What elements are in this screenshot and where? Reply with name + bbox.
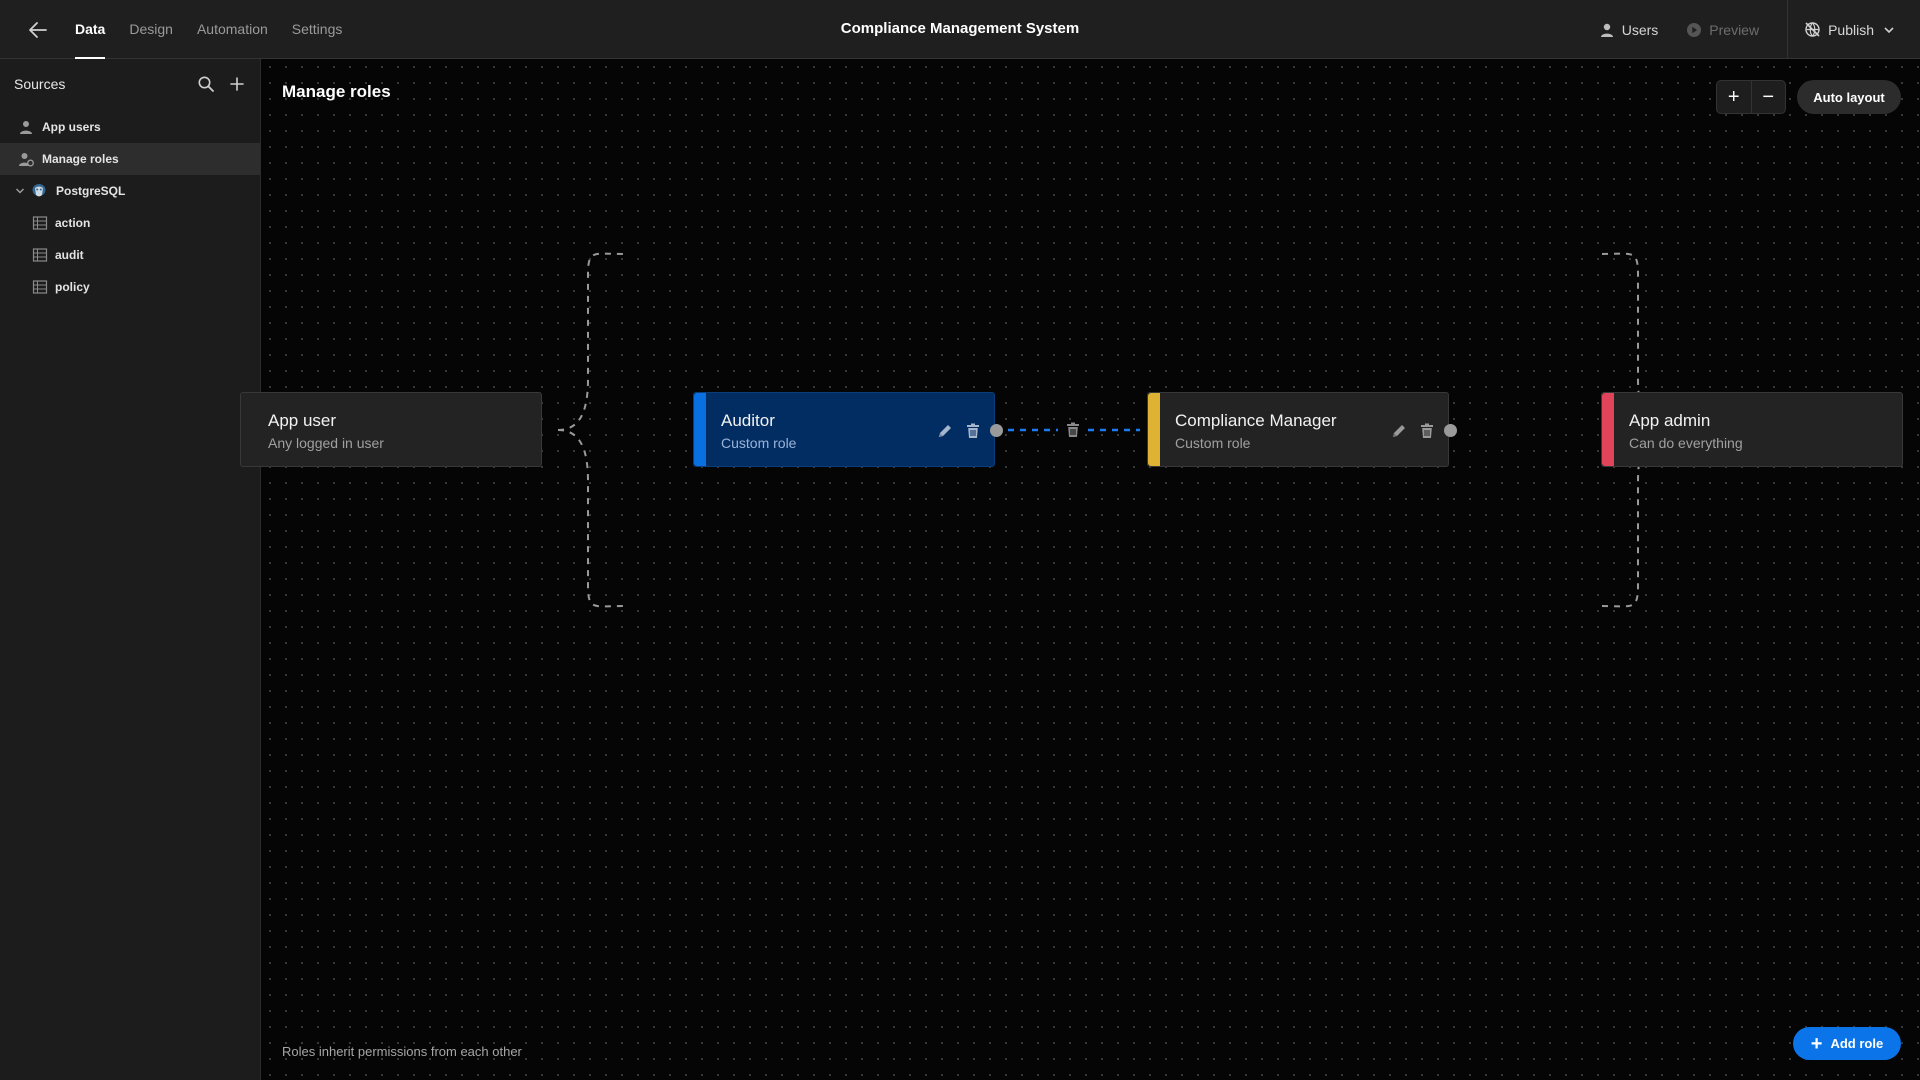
chevron-down-icon[interactable]	[14, 185, 26, 197]
sidebar-item-label: policy	[55, 280, 90, 294]
table-icon	[32, 215, 48, 231]
sidebar-item-label: action	[55, 216, 91, 230]
role-name: App user	[268, 411, 337, 430]
sidebar-item-action[interactable]: action	[0, 207, 260, 239]
publish-label: Publish	[1828, 21, 1874, 38]
role-description: Custom role	[721, 435, 797, 451]
role-description: Any logged in user	[268, 435, 384, 451]
publish-section: Publish	[1787, 0, 1920, 59]
roles-icon	[18, 151, 34, 167]
role-connections	[557, 252, 1669, 608]
plus-icon: +	[1810, 1032, 1823, 1055]
sidebar-item-policy[interactable]: policy	[0, 271, 260, 303]
sources-title: Sources	[14, 76, 66, 92]
sidebar-item-label: Manage roles	[42, 152, 119, 166]
sources-sidebar: Sources App users Manage roles PostgreSQ…	[0, 59, 261, 1080]
role-node-compliance-manager[interactable]: Compliance Manager Custom role	[1147, 392, 1449, 467]
inheritance-edge	[557, 429, 625, 608]
publish-button[interactable]: Publish	[1804, 21, 1874, 38]
role-color-stripe	[1148, 393, 1160, 466]
users-button[interactable]: Users	[1599, 21, 1659, 38]
users-label: Users	[1621, 21, 1659, 38]
add-source-icon[interactable]	[227, 74, 247, 94]
role-name: Auditor	[721, 411, 775, 430]
user-icon	[1600, 23, 1613, 37]
edit-pencil-icon[interactable]	[1388, 420, 1410, 442]
role-node-app-admin[interactable]: App admin Can do everything	[1601, 392, 1903, 467]
role-node-app-user[interactable]: App user Any logged in user	[240, 392, 542, 467]
add-role-button[interactable]: + Add role	[1793, 1027, 1901, 1060]
role-description: Can do everything	[1629, 435, 1743, 451]
back-arrow-icon[interactable]	[24, 17, 52, 43]
sidebar-item-audit[interactable]: audit	[0, 239, 260, 271]
top-actions: Users Preview Publish	[1599, 0, 1920, 59]
inheritance-edge	[557, 252, 625, 431]
chevron-down-icon[interactable]	[1882, 23, 1896, 37]
role-node-auditor[interactable]: Auditor Custom role	[693, 392, 995, 467]
role-actions	[1382, 420, 1438, 442]
role-name: Compliance Manager	[1175, 411, 1337, 430]
roles-canvas[interactable]: Manage roles + − Auto layout App user An…	[240, 59, 1920, 1080]
sidebar-item-label: App users	[42, 120, 101, 134]
role-color-stripe	[1602, 393, 1614, 466]
sidebar-item-app-users[interactable]: App users	[0, 111, 260, 143]
tab-data[interactable]: Data	[75, 0, 106, 59]
sidebar-item-postgresql[interactable]: PostgreSQL	[0, 175, 260, 207]
user-icon	[18, 119, 34, 135]
tab-design[interactable]: Design	[129, 0, 173, 59]
sidebar-item-label: audit	[55, 248, 84, 262]
search-icon[interactable]	[196, 74, 216, 94]
table-icon	[32, 247, 48, 263]
connection-handle[interactable]	[1444, 424, 1457, 437]
role-actions	[928, 420, 984, 442]
preview-label: Preview	[1709, 21, 1760, 38]
app-title: Compliance Management System	[840, 20, 1080, 37]
preview-button[interactable]: Preview	[1686, 22, 1759, 38]
sidebar-item-label: PostgreSQL	[56, 184, 126, 198]
edit-pencil-icon[interactable]	[934, 420, 956, 442]
table-icon	[32, 279, 48, 295]
delete-trash-icon[interactable]	[962, 420, 984, 442]
delete-trash-icon[interactable]	[1416, 420, 1438, 442]
tab-automation[interactable]: Automation	[197, 0, 268, 59]
postgresql-icon	[30, 182, 48, 200]
play-circle-icon	[1687, 22, 1702, 37]
top-bar: Data Design Automation Settings Complian…	[0, 0, 1920, 59]
roles-footnote: Roles inherit permissions from each othe…	[282, 1044, 522, 1059]
sidebar-item-manage-roles[interactable]: Manage roles	[0, 143, 260, 175]
role-description: Custom role	[1175, 435, 1251, 451]
globe-off-icon	[1805, 22, 1820, 37]
role-name: App admin	[1629, 411, 1711, 430]
delete-edge-trash-icon[interactable]	[1062, 419, 1084, 441]
role-color-stripe	[694, 393, 706, 466]
add-role-label: Add role	[1830, 1036, 1884, 1051]
nav-tabs: Data Design Automation Settings	[75, 0, 366, 59]
tab-settings[interactable]: Settings	[292, 0, 343, 59]
connection-handle[interactable]	[990, 424, 1003, 437]
